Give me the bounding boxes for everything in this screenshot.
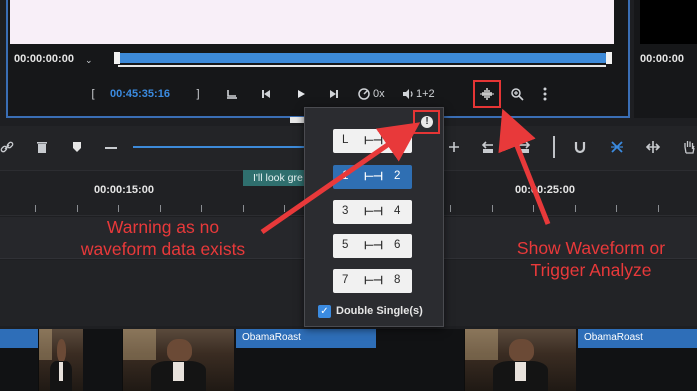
warning-callout: Warning as no waveform data exists <box>58 216 268 260</box>
waveform-callout-line1: Show Waveform or <box>516 238 666 258</box>
warning-arrow <box>260 122 421 235</box>
warning-callout-line1: Warning as no <box>106 217 220 237</box>
waveform-callout: Show Waveform or Trigger Analyze <box>494 237 688 281</box>
annotation-arrows <box>260 108 551 235</box>
waveform-callout-line2: Trigger Analyze <box>530 260 652 280</box>
warning-callout-line2: waveform data exists <box>80 239 246 259</box>
waveform-arrow <box>498 108 551 225</box>
